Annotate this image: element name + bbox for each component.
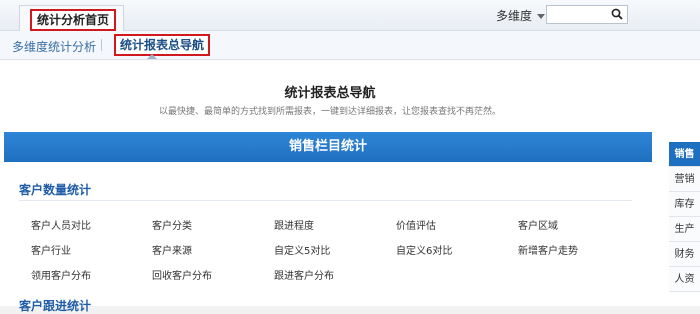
subnav-item-report-navigation[interactable]: 统计报表总导航 [114,34,211,56]
report-link[interactable]: 客户分类 [152,217,192,232]
side-tab-inventory[interactable]: 库存 [669,192,700,217]
side-tab-marketing[interactable]: 营销 [669,167,700,192]
home-tab[interactable]: 统计分析首页 [19,5,124,31]
home-tab-label[interactable]: 统计分析首页 [30,9,117,31]
report-link[interactable]: 客户人员对比 [31,217,91,232]
side-tabs: 销售 营销 库存 生产 财务 人资 [669,142,700,292]
search-input[interactable] [547,6,613,23]
search-box [546,5,628,24]
report-link[interactable]: 客户区域 [518,217,558,232]
report-link[interactable]: 跟进程度 [274,217,314,232]
search-icon[interactable] [611,8,623,20]
chevron-down-icon [537,14,546,19]
dimension-dropdown[interactable]: 多维度 [496,7,546,24]
section-banner-sales: 销售栏目统计 [4,132,652,162]
report-link[interactable]: 领用客户分布 [31,267,91,282]
side-tab-hr[interactable]: 人资 [669,267,700,292]
page-subtitle: 以最快捷、最简单的方式找到所需报表，一键到达详细报表，让您报表查找不再茫然。 [158,107,501,117]
report-link[interactable]: 新增客户走势 [518,242,578,257]
dimension-dropdown-label: 多维度 [496,9,533,23]
report-link[interactable]: 自定义6对比 [396,242,452,257]
side-tab-production[interactable]: 生产 [669,217,700,242]
report-link[interactable]: 自定义5对比 [274,242,330,257]
side-tab-finance[interactable]: 财务 [669,242,700,267]
category-title-customer-count: 客户数量统计 [19,183,92,197]
top-bar: 统计分析首页 多维度 [0,0,700,31]
main-content: 统计报表总导航 以最快捷、最简单的方式找到所需报表，一键到达详细报表，让您报表查… [0,60,700,313]
report-link[interactable]: 跟进客户分布 [274,267,334,282]
side-tab-sales[interactable]: 销售 [669,142,700,167]
active-pointer-icon [147,54,157,59]
sub-nav: 多维度统计分析 统计报表总导航 [0,31,700,60]
subnav-divider [101,39,102,51]
report-link[interactable]: 价值评估 [396,217,436,232]
page-title: 统计报表总导航 [284,86,376,101]
report-link[interactable]: 回收客户分布 [152,267,212,282]
report-link[interactable]: 客户来源 [152,242,192,257]
report-link[interactable]: 客户行业 [31,242,71,257]
subnav-item-multi-dimension[interactable]: 多维度统计分析 [12,38,96,55]
category-divider [19,200,632,201]
